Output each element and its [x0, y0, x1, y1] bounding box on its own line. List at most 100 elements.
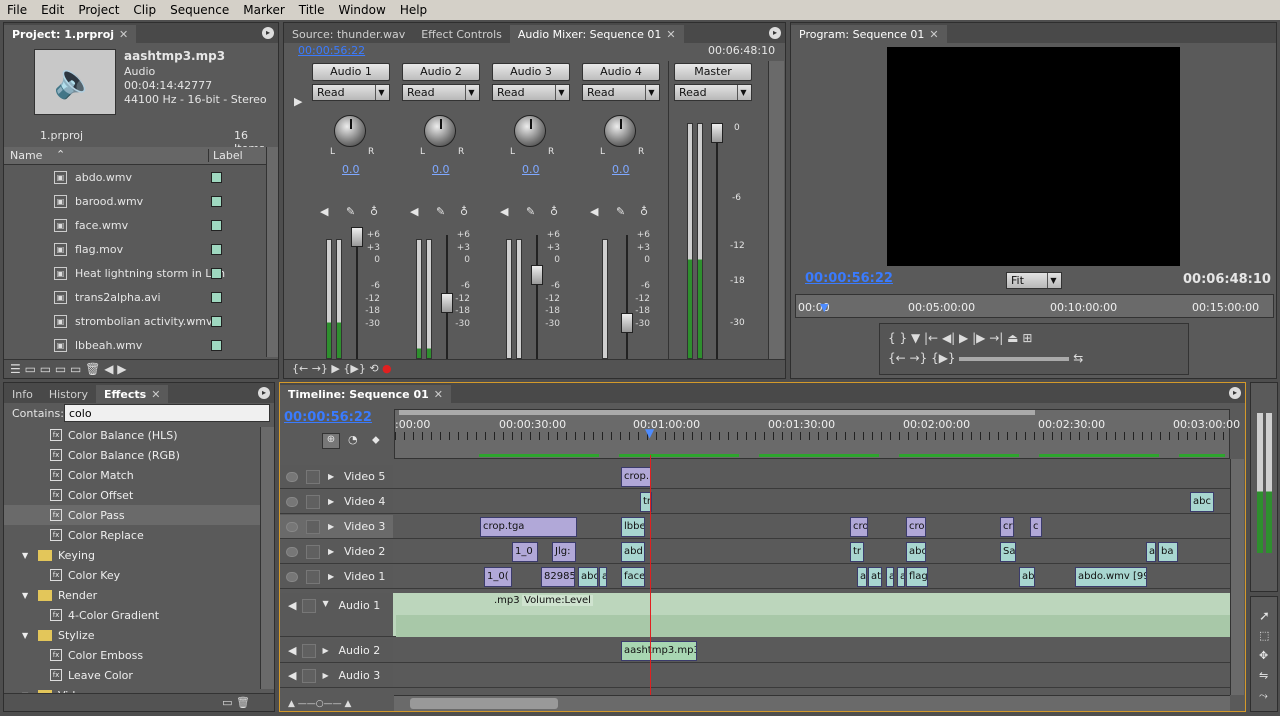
channel-master[interactable]: Master: [674, 63, 752, 81]
close-icon[interactable]: ✕: [151, 388, 160, 401]
expand-track-icon[interactable]: ▶: [328, 472, 338, 481]
automation-mode-audio-4[interactable]: Read: [582, 84, 660, 101]
pan-knob-audio-3[interactable]: [514, 115, 546, 147]
go-to-in-icon[interactable]: |←: [924, 331, 938, 345]
zoom-slider[interactable]: ▲ ——○—— ▲: [288, 699, 388, 709]
effect-folder[interactable]: ▼ Stylize: [4, 625, 260, 645]
channel-audio-3[interactable]: Audio 3: [492, 63, 570, 81]
expand-track-icon[interactable]: ▶: [322, 646, 332, 655]
lift-icon[interactable]: ⏏: [1007, 331, 1018, 345]
go-to-out-icon[interactable]: →|: [989, 331, 1003, 345]
pan-knob-audio-1[interactable]: [334, 115, 366, 147]
automation-mode-audio-2[interactable]: Read: [402, 84, 480, 101]
mixer-scrollbar[interactable]: [768, 61, 784, 359]
effect-item[interactable]: fx Color Match: [4, 465, 260, 485]
clip[interactable]: 1_0: [512, 542, 538, 562]
pan-value-audio-3[interactable]: 0.0: [522, 163, 540, 176]
clip[interactable]: aashtmp3.mp3: [621, 641, 697, 661]
expand-track-icon[interactable]: ▶: [328, 572, 338, 581]
channel-audio-1[interactable]: Audio 1: [312, 63, 390, 81]
effects-scrollbar[interactable]: [260, 427, 274, 689]
record-mic-icon[interactable]: ♁: [550, 205, 558, 218]
record-mic-icon[interactable]: ♁: [640, 205, 648, 218]
mute-speaker-icon[interactable]: ◀: [590, 205, 598, 218]
expand-icon[interactable]: ▶: [294, 95, 302, 108]
snap-icon[interactable]: ⊕: [322, 433, 340, 449]
track-eye-icon[interactable]: [286, 496, 298, 507]
collapse-icon[interactable]: ▼: [22, 551, 32, 560]
trim-icon[interactable]: ⇆: [1073, 351, 1083, 365]
track-lock[interactable]: [306, 519, 320, 534]
close-icon[interactable]: ✕: [929, 28, 938, 41]
automation-mode-audio-1[interactable]: Read: [312, 84, 390, 101]
menu-file[interactable]: File: [0, 3, 34, 17]
marker-icon[interactable]: ▼: [911, 331, 920, 345]
record-mic-icon[interactable]: ♁: [370, 205, 378, 218]
effect-folder[interactable]: ▼ Keying: [4, 545, 260, 565]
speaker-icon[interactable]: ◀: [288, 599, 296, 612]
track-eye-icon[interactable]: [286, 546, 298, 557]
clip[interactable]: at: [868, 567, 882, 587]
list-item[interactable]: ▣ face.wmv: [4, 213, 222, 237]
timeline-hscroll[interactable]: [394, 695, 1230, 711]
ripple-tool-icon[interactable]: ✥: [1259, 649, 1268, 662]
clip[interactable]: a: [886, 567, 894, 587]
clip[interactable]: c: [1030, 517, 1042, 537]
track-lock[interactable]: [306, 569, 320, 584]
list-item[interactable]: ▣ flag.mov: [4, 237, 222, 261]
clip[interactable]: Sa: [1000, 542, 1016, 562]
solo-icon[interactable]: ✎: [526, 205, 535, 218]
menu-marker[interactable]: Marker: [236, 3, 291, 17]
mark-in-icon[interactable]: {: [888, 331, 896, 345]
channel-audio-4[interactable]: Audio 4: [582, 63, 660, 81]
play-icon[interactable]: ▶: [959, 331, 968, 345]
menu-help[interactable]: Help: [393, 3, 434, 17]
speaker-icon[interactable]: ◀: [288, 644, 296, 657]
close-icon[interactable]: ✕: [666, 28, 675, 41]
track-lock[interactable]: [306, 544, 320, 559]
volume-level-dropdown[interactable]: Volume:Level: [522, 595, 593, 606]
track-eye-icon[interactable]: [286, 471, 298, 482]
timeline-ruler[interactable]: :00:00 00:00:30:00 00:01:00:00 00:01:30:…: [394, 409, 1240, 459]
clip[interactable]: ba: [1158, 542, 1178, 562]
razor-tool-icon[interactable]: ⤳: [1259, 689, 1268, 703]
list-item[interactable]: ▣ lbbeah.wmv: [4, 333, 222, 357]
clip[interactable]: a: [857, 567, 867, 587]
tab-effect-controls[interactable]: Effect Controls: [413, 25, 510, 43]
effect-item[interactable]: fx Color Offset: [4, 485, 260, 505]
clip[interactable]: .mp3: [494, 595, 520, 606]
effect-item[interactable]: fx Color Pass: [4, 505, 260, 525]
expand-track-icon[interactable]: ▶: [328, 497, 338, 506]
step-back-icon[interactable]: ◀|: [942, 331, 955, 345]
clip[interactable]: a: [897, 567, 905, 587]
track-lock[interactable]: [302, 668, 317, 683]
work-area-bar[interactable]: [399, 410, 1035, 415]
clip[interactable]: flag: [906, 567, 928, 587]
selection-tool-icon[interactable]: ➚: [1259, 609, 1270, 624]
track-select-tool-icon[interactable]: ⬚: [1259, 629, 1269, 642]
clip[interactable]: cro: [850, 517, 868, 537]
track-lock[interactable]: [306, 469, 320, 484]
tab-history[interactable]: History: [41, 385, 96, 403]
solo-icon[interactable]: ✎: [346, 205, 355, 218]
effect-folder[interactable]: ▼ Render: [4, 585, 260, 605]
scroll-thumb[interactable]: [410, 698, 558, 709]
col-label[interactable]: Label: [208, 149, 243, 162]
menu-edit[interactable]: Edit: [34, 3, 71, 17]
clip[interactable]: Jlg:: [552, 542, 576, 562]
go-next-edit-icon[interactable]: →}: [910, 351, 928, 365]
effect-item[interactable]: fx 4-Color Gradient: [4, 605, 260, 625]
mute-speaker-icon[interactable]: ◀: [410, 205, 418, 218]
panel-menu-icon[interactable]: ▸: [1229, 387, 1241, 399]
effect-item[interactable]: fx Color Emboss: [4, 645, 260, 665]
menu-sequence[interactable]: Sequence: [163, 3, 236, 17]
zoom-fit-dropdown[interactable]: Fit: [1006, 272, 1062, 289]
clip[interactable]: crop.tga: [480, 517, 577, 537]
close-icon[interactable]: ✕: [119, 28, 128, 41]
panel-menu-icon[interactable]: ▸: [769, 27, 781, 39]
automation-mode-master[interactable]: Read: [674, 84, 752, 101]
clip[interactable]: abdo.wmv [99: [1075, 567, 1147, 587]
mute-speaker-icon[interactable]: ◀: [500, 205, 508, 218]
clip[interactable]: a: [1146, 542, 1156, 562]
list-item[interactable]: ▣ barood.wmv: [4, 189, 222, 213]
